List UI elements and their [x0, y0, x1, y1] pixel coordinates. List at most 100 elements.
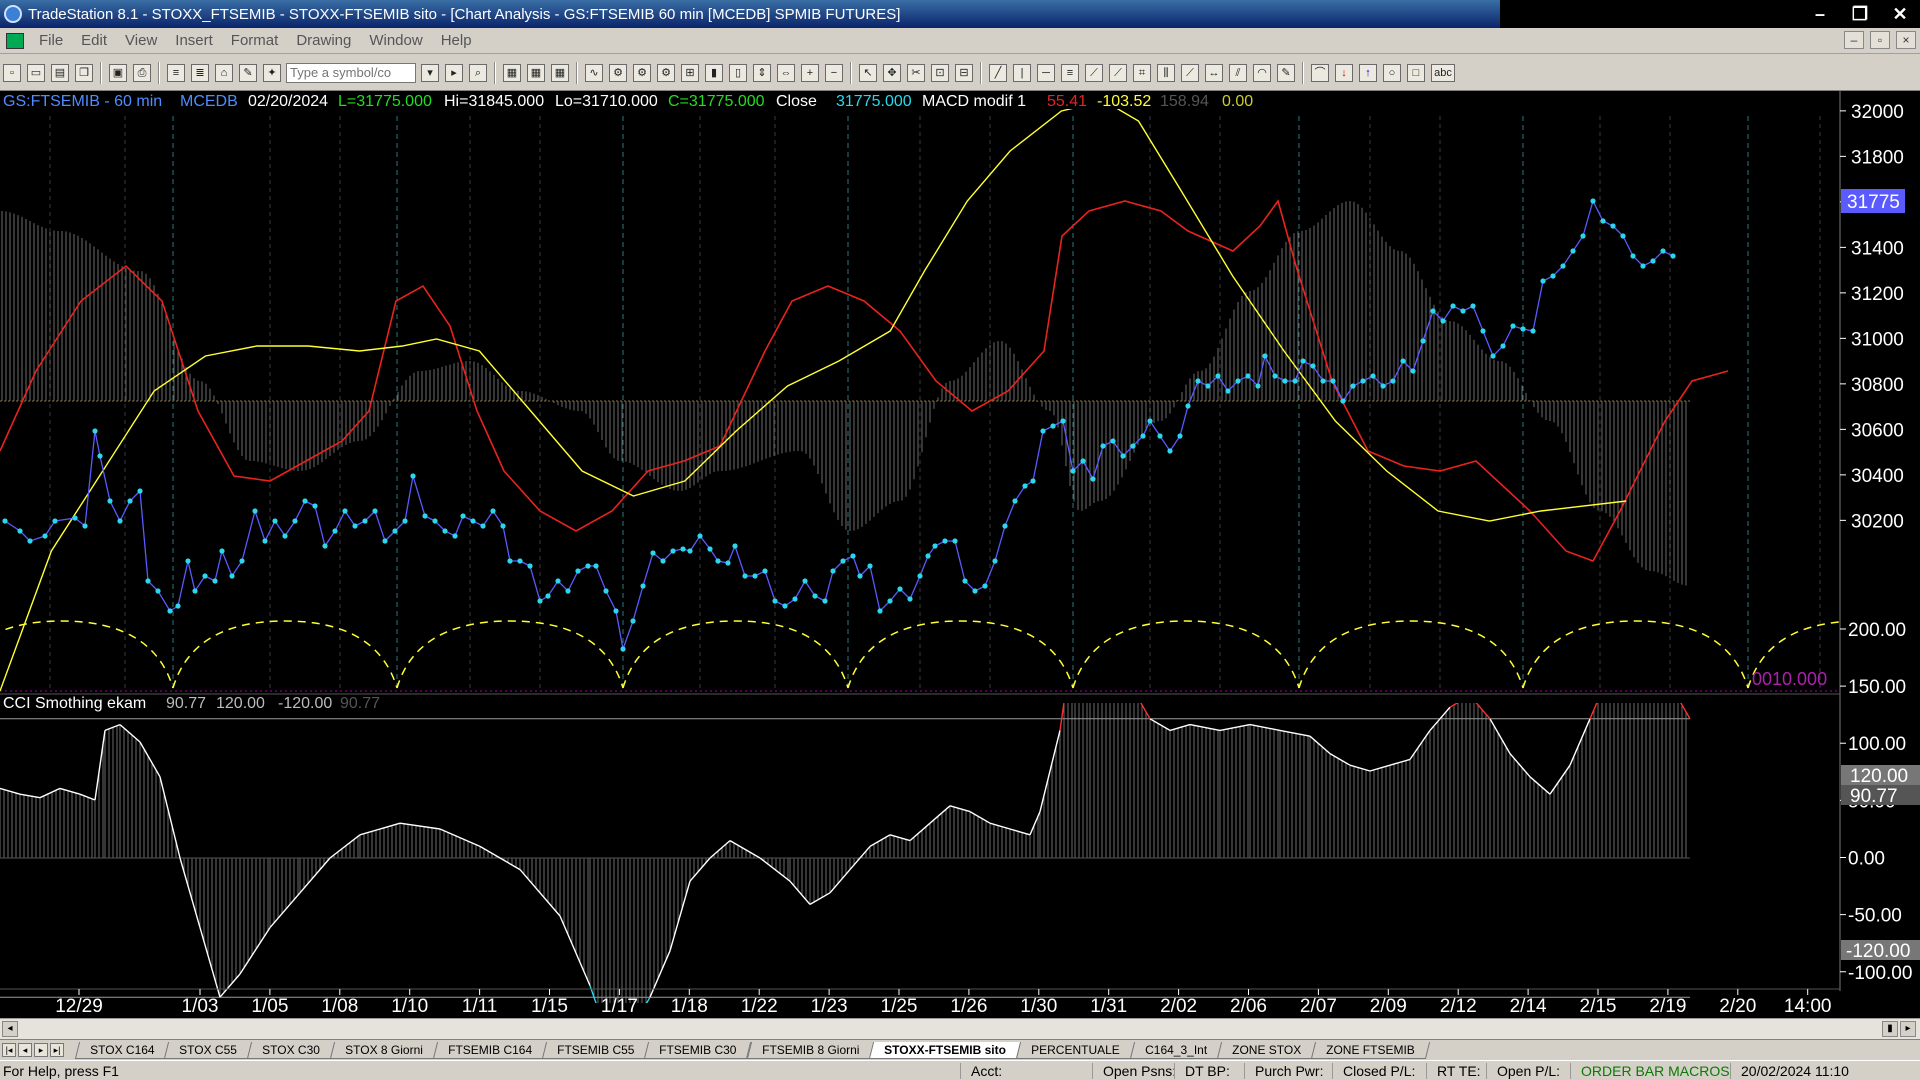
tab-9[interactable]: PERCENTUALE [1015, 1041, 1135, 1059]
tab-10[interactable]: C164_3_Int [1129, 1041, 1222, 1059]
save-icon[interactable]: ▣ [109, 63, 127, 82]
menu-window[interactable]: Window [360, 32, 431, 49]
mdi-restore-button[interactable]: ▫ [1870, 31, 1890, 49]
link-icon[interactable]: ≣ [191, 63, 209, 82]
macro-icon[interactable]: ✦ [263, 63, 281, 82]
scanner-icon[interactable]: ∿ [585, 63, 603, 82]
tab-8[interactable]: STOXX-FTSEMIB sito [868, 1041, 1021, 1059]
horizontal-scrollbar[interactable]: ◂ ▮ ▸ [0, 1018, 1920, 1039]
strategy-icon[interactable]: ⚙ [609, 63, 627, 82]
data-window-icon[interactable]: ⊟ [955, 63, 973, 82]
go-icon[interactable]: ▸ [445, 63, 463, 82]
speed-line-icon[interactable]: ⟋ [1085, 63, 1103, 82]
tab-first-icon[interactable]: |◂ [2, 1043, 16, 1057]
price-point [830, 568, 836, 574]
zoom-in-icon[interactable]: + [801, 63, 819, 82]
menu-format[interactable]: Format [222, 32, 288, 49]
text-icon[interactable]: abc [1431, 63, 1455, 82]
candle-icon[interactable]: ▯ [729, 63, 747, 82]
arrow-line-icon[interactable]: ↔ [1205, 63, 1223, 82]
workspace-tabs: |◂ ◂ ▸ ▸| STOX C164 STOX C55 STOX C30 STOX … [0, 1039, 1920, 1060]
lookup-icon[interactable]: ⌕ [469, 63, 487, 82]
format-icon[interactable]: ⚙ [657, 63, 675, 82]
tab-6[interactable]: FTSEMIB C30 [644, 1041, 752, 1059]
tab-prev-icon[interactable]: ◂ [18, 1043, 32, 1057]
tab-2[interactable]: STOX C30 [247, 1041, 336, 1059]
menu-drawing[interactable]: Drawing [287, 32, 360, 49]
status-macros[interactable]: ORDER BAR MACROS [1570, 1062, 1730, 1079]
print-icon[interactable]: ⎙ [133, 63, 151, 82]
tools-icon[interactable]: ✂ [907, 63, 925, 82]
tab-11[interactable]: ZONE STOX [1216, 1041, 1316, 1059]
chart-svg[interactable]: GS:FTSEMIB - 60 min MCEDB 02/20/2024 L=3… [0, 91, 1920, 1041]
tab-3[interactable]: STOX 8 Giorni [329, 1041, 439, 1059]
lock-icon[interactable]: ⌂ [215, 63, 233, 82]
scroll-right-icon[interactable]: ▸ [1900, 1021, 1916, 1037]
menu-file[interactable]: File [30, 32, 72, 49]
price-point [1410, 368, 1416, 374]
up-arrow-icon[interactable]: ↑ [1359, 63, 1377, 82]
indicator-icon[interactable]: ⊞ [681, 63, 699, 82]
scale-icon[interactable]: ⇕ [753, 63, 771, 82]
gann-icon[interactable]: ⌗ [1133, 63, 1151, 82]
symbol-dropdown-icon[interactable]: ▾ [421, 63, 439, 82]
chart-window-icon[interactable] [6, 32, 24, 49]
matrix-icon[interactable]: ▦ [551, 63, 569, 82]
tab-last-icon[interactable]: ▸| [50, 1043, 64, 1057]
price-point [1177, 433, 1183, 439]
tab-next-icon[interactable]: ▸ [34, 1043, 48, 1057]
chart-window-tool-icon[interactable]: ▦ [503, 63, 521, 82]
menu-help[interactable]: Help [432, 32, 481, 49]
mdi-minimize-button[interactable]: – [1844, 31, 1864, 49]
regression-icon[interactable]: ⟋ [1181, 63, 1199, 82]
tab-7[interactable]: FTSEMIB 8 Giorni [746, 1041, 875, 1059]
fib-time-icon[interactable]: ⫼ [1157, 63, 1175, 82]
restore-button[interactable]: ❐ [1840, 0, 1880, 28]
draw-icon[interactable]: ✎ [239, 63, 257, 82]
tab-4[interactable]: FTSEMIB C164 [432, 1041, 548, 1059]
symbol-input[interactable] [286, 62, 416, 83]
close-button[interactable]: ✕ [1880, 0, 1920, 28]
new-window-icon[interactable]: ▤ [51, 63, 69, 82]
bar-chart-icon[interactable]: ▮ [705, 63, 723, 82]
optimize-icon[interactable]: ⚙ [633, 63, 651, 82]
channel-icon[interactable]: ⫽ [1229, 63, 1247, 82]
new-icon[interactable]: ▫ [3, 63, 21, 82]
menu-edit[interactable]: Edit [72, 32, 116, 49]
minimize-button[interactable]: – [1800, 0, 1840, 28]
snap-icon[interactable]: ⊡ [931, 63, 949, 82]
ellipse-icon[interactable]: ○ [1383, 63, 1401, 82]
tab-12[interactable]: ZONE FTSEMIB [1310, 1041, 1430, 1059]
scroll-thumb[interactable]: ▮ [1882, 1021, 1898, 1037]
vertical-line-icon[interactable]: | [1013, 63, 1031, 82]
price-point [292, 518, 298, 524]
fib-icon[interactable]: ≡ [1061, 63, 1079, 82]
spacing-icon[interactable]: ⇔ [777, 63, 795, 82]
pointer-icon[interactable]: ↖ [859, 63, 877, 82]
rectangle-icon[interactable]: □ [1407, 63, 1425, 82]
open-icon[interactable]: ▭ [27, 63, 45, 82]
time-tick-label: 1/23 [811, 996, 848, 1017]
drag-icon[interactable]: ✥ [883, 63, 901, 82]
zoom-out-icon[interactable]: − [825, 63, 843, 82]
arc-icon[interactable]: ◠ [1253, 63, 1271, 82]
tab-5[interactable]: FTSEMIB C55 [541, 1041, 650, 1059]
down-arrow-icon[interactable]: ↓ [1335, 63, 1353, 82]
refresh-icon[interactable]: ≡ [167, 63, 185, 82]
tab-1[interactable]: STOX C55 [164, 1041, 253, 1059]
tab-0[interactable]: STOX C164 [74, 1041, 170, 1059]
mdi-close-button[interactable]: × [1896, 31, 1916, 49]
radar-screen-icon[interactable]: ▦ [527, 63, 545, 82]
scroll-left-icon[interactable]: ◂ [2, 1021, 18, 1037]
horizontal-line-icon[interactable]: ─ [1037, 63, 1055, 82]
chart-area[interactable]: GS:FTSEMIB - 60 min MCEDB 02/20/2024 L=3… [0, 91, 1920, 1041]
trendline-icon[interactable]: ╱ [989, 63, 1007, 82]
menu-insert[interactable]: Insert [166, 32, 222, 49]
menu-view[interactable]: View [116, 32, 166, 49]
toolbar: ▫ ▭ ▤ ❐ ▣ ⎙ ≡ ≣ ⌂ ✎ ✦ ▾ ▸ ⌕ ▦ ▦ ▦ ∿ ⚙ ⚙ … [0, 55, 1920, 91]
copy-icon[interactable]: ❐ [75, 63, 93, 82]
pen-icon[interactable]: ✎ [1277, 63, 1295, 82]
andrews-icon[interactable]: ⟋ [1109, 63, 1127, 82]
curve-icon[interactable]: ⌒ [1311, 63, 1329, 82]
tab-label: STOXX-FTSEMIB sito [884, 1042, 1006, 1057]
